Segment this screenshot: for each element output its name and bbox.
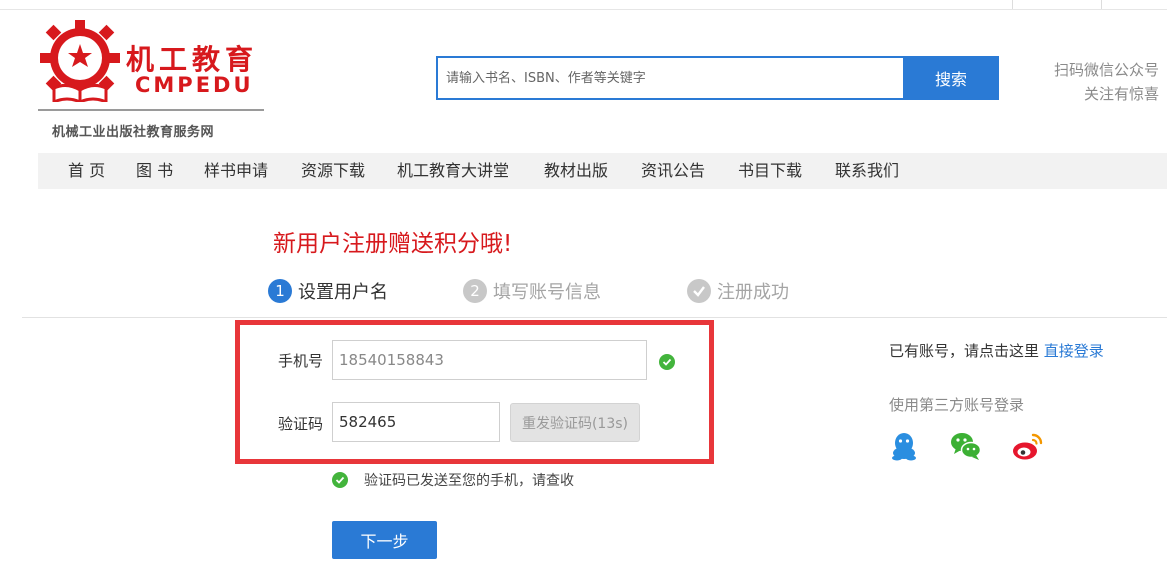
search-input[interactable]	[436, 56, 904, 100]
third-party-login-title: 使用第三方账号登录	[889, 396, 1025, 414]
step-register-success: 注册成功	[687, 276, 789, 306]
step-number: 1	[268, 279, 292, 303]
site-logo[interactable]: 机工教育 CMPEDU 机械工业出版社教育服务网	[38, 18, 268, 142]
register-promo: 新用户注册赠送积分哦!	[273, 231, 513, 257]
existing-account-hint: 已有账号，请点击这里 直接登录	[889, 340, 1104, 361]
nav-item-news[interactable]: 资讯公告	[641, 153, 705, 189]
register-steps: 1 设置用户名 2 填写账号信息 注册成功	[0, 276, 1167, 306]
nav-item-resource-download[interactable]: 资源下载	[301, 153, 365, 189]
nav-item-contact[interactable]: 联系我们	[835, 153, 899, 189]
steps-divider	[22, 317, 1167, 318]
logo-rule	[38, 109, 264, 111]
step-set-username: 1 设置用户名	[268, 276, 388, 306]
step-account-info: 2 填写账号信息	[463, 276, 601, 306]
next-step-button[interactable]: 下一步	[332, 521, 437, 559]
step-label: 设置用户名	[298, 282, 388, 303]
wechat-promo-line2: 关注有惊喜	[1083, 85, 1159, 103]
wechat-icon[interactable]	[950, 430, 982, 462]
nav-item-home[interactable]: 首 页	[68, 153, 105, 189]
check-circle-icon	[332, 472, 348, 488]
search-bar: 搜索	[436, 56, 999, 100]
step-label: 填写账号信息	[493, 282, 601, 303]
top-separator	[1012, 0, 1013, 9]
wechat-promo-line1: 扫码微信公众号	[1053, 61, 1159, 79]
code-sent-text: 验证码已发送至您的手机，请查收	[364, 473, 574, 489]
qq-icon[interactable]	[888, 430, 920, 462]
site-tagline: 机械工业出版社教育服务网	[52, 125, 215, 140]
check-circle-icon	[687, 279, 711, 303]
top-divider	[0, 0, 1167, 10]
nav-item-lecture-hall[interactable]: 机工教育大讲堂	[397, 153, 509, 189]
gear-logo-icon	[40, 20, 120, 102]
phone-label: 手机号	[278, 352, 324, 370]
weibo-icon[interactable]	[1012, 430, 1044, 462]
search-button[interactable]: 搜索	[903, 56, 999, 100]
main-nav: 首 页 图 书 样书申请 资源下载 机工教育大讲堂 教材出版 资讯公告 书目下载…	[38, 153, 1167, 189]
resend-code-button[interactable]: 重发验证码(13s)	[510, 403, 640, 442]
check-circle-icon	[659, 354, 675, 370]
direct-login-link[interactable]: 直接登录	[1044, 342, 1104, 360]
code-label: 验证码	[278, 415, 324, 433]
top-separator	[1101, 0, 1102, 9]
brand-name-cn: 机工教育	[126, 43, 259, 76]
phone-field[interactable]	[332, 340, 647, 380]
wechat-promo: 扫码微信公众号 关注有惊喜	[1054, 58, 1159, 106]
code-field[interactable]	[332, 402, 500, 442]
nav-item-catalog-download[interactable]: 书目下载	[738, 153, 802, 189]
existing-account-text: 已有账号，请点击这里	[889, 342, 1044, 360]
nav-item-textbook-publishing[interactable]: 教材出版	[544, 153, 608, 189]
nav-item-books[interactable]: 图 书	[136, 153, 173, 189]
nav-item-sample-request[interactable]: 样书申请	[204, 153, 268, 189]
code-sent-message: 验证码已发送至您的手机，请查收	[332, 470, 574, 490]
step-label: 注册成功	[717, 282, 789, 303]
step-number: 2	[463, 279, 487, 303]
brand-name-en: CMPEDU	[135, 73, 254, 97]
